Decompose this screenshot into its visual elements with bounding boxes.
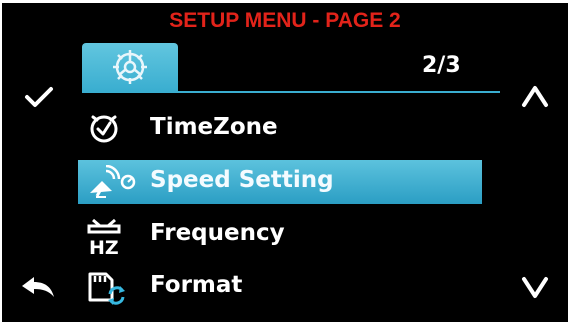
menu-item-label: Speed Setting <box>150 167 334 193</box>
menu-item-timezone[interactable]: TimeZone <box>78 107 482 151</box>
menu-item-frequency[interactable]: HZ Frequency <box>78 213 482 257</box>
svg-text:HZ: HZ <box>89 237 119 256</box>
back-arrow-icon[interactable] <box>20 275 56 301</box>
menu-item-label: Format <box>150 272 243 298</box>
dashcam-screen: SETUP MENU - PAGE 2 2/3 TimeZone Speed S… <box>2 3 568 322</box>
menu-item-speed-setting[interactable]: Speed Setting <box>78 160 482 204</box>
clock-icon <box>90 115 118 143</box>
checkmark-icon[interactable] <box>24 85 54 109</box>
hz-frequency-icon: HZ <box>87 218 121 256</box>
menu-item-label: Frequency <box>150 220 285 246</box>
sd-card-format-icon <box>88 272 125 305</box>
tab-divider <box>82 91 500 93</box>
down-arrow-icon[interactable] <box>520 275 550 301</box>
settings-tab[interactable] <box>82 43 178 91</box>
satellite-speed-icon <box>90 165 136 198</box>
up-arrow-icon[interactable] <box>520 83 550 109</box>
page-title: SETUP MENU - PAGE 2 <box>169 9 401 32</box>
settings-gear-icon <box>113 50 147 84</box>
menu-item-format[interactable]: Format <box>78 265 482 309</box>
menu-item-label: TimeZone <box>150 114 278 140</box>
page-indicator: 2/3 <box>422 53 461 78</box>
